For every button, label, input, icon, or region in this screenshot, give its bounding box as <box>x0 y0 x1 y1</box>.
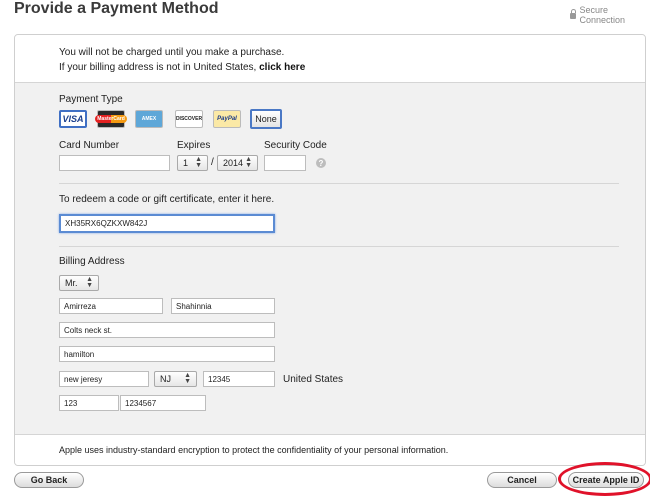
section-divider <box>59 183 619 184</box>
expires-label: Expires <box>177 140 211 151</box>
redeem-code-input[interactable]: XH35RX6QZKXW842J <box>59 214 275 233</box>
select-arrows-icon: ▲ ▼ <box>245 156 252 169</box>
billing-address-label: Billing Address <box>59 256 125 267</box>
street-input[interactable]: Colts neck st. <box>59 322 275 338</box>
expiry-year-select[interactable]: 2014 ▲ ▼ <box>217 155 258 171</box>
encryption-band: Apple uses industry-standard encryption … <box>15 434 645 465</box>
discover-card-option[interactable]: DISCOVER <box>175 110 203 128</box>
title-value: Mr. <box>65 278 78 288</box>
visa-card-option[interactable]: VISA <box>59 110 87 128</box>
expiry-month-value: 1 <box>183 158 189 168</box>
country-text: United States <box>283 374 344 385</box>
expiry-month-select[interactable]: 1 ▲ ▼ <box>177 155 208 171</box>
state-value: NJ <box>160 374 171 384</box>
last-name-input[interactable]: Shahinnia <box>171 298 275 314</box>
secure-connection-label: Secure Connection <box>579 5 625 25</box>
state-select[interactable]: NJ ▲ ▼ <box>154 371 197 387</box>
highlight-circle <box>558 462 650 496</box>
paypal-option[interactable]: PayPal <box>213 110 241 128</box>
mastercard-card-option[interactable]: MasterCard <box>95 110 127 128</box>
security-code-input[interactable] <box>264 155 306 171</box>
notice-line-2: If your billing address is not in United… <box>59 62 305 73</box>
section-divider <box>59 246 619 247</box>
encryption-note: Apple uses industry-standard encryption … <box>59 445 449 455</box>
title-select[interactable]: Mr. ▲ ▼ <box>59 275 99 291</box>
notice-band: You will not be charged until you make a… <box>15 35 645 83</box>
help-icon[interactable]: ? <box>316 158 326 168</box>
notice-line-1: You will not be charged until you make a… <box>59 47 285 58</box>
go-back-button[interactable]: Go Back <box>14 472 84 488</box>
first-name-input[interactable]: Amirreza <box>59 298 163 314</box>
security-code-label: Security Code <box>264 140 327 151</box>
payment-type-label: Payment Type <box>59 94 123 105</box>
redeem-label: To redeem a code or gift certificate, en… <box>59 194 275 205</box>
card-number-label: Card Number <box>59 140 120 151</box>
city-input[interactable]: new jeresy <box>59 371 149 387</box>
amex-card-option[interactable]: AMEX <box>135 110 163 128</box>
payment-panel: You will not be charged until you make a… <box>14 34 646 466</box>
lock-icon <box>570 9 577 19</box>
mastercard-label: MasterCard <box>95 115 127 123</box>
expiry-separator: / <box>211 157 214 168</box>
secure-connection: Secure Connection <box>570 5 650 25</box>
expiry-year-value: 2014 <box>223 158 244 168</box>
cancel-button[interactable]: Cancel <box>487 472 557 488</box>
card-number-input[interactable] <box>59 155 170 171</box>
phone-input[interactable]: 1234567 <box>120 395 206 411</box>
notice-line-2-text: If your billing address is not in United… <box>59 62 257 73</box>
click-here-link[interactable]: click here <box>259 62 305 73</box>
select-arrows-icon: ▲ ▼ <box>86 276 93 289</box>
zip-input[interactable]: 12345 <box>203 371 275 387</box>
none-payment-button[interactable]: None <box>250 109 282 129</box>
area-code-input[interactable]: 123 <box>59 395 119 411</box>
street2-input[interactable]: hamilton <box>59 346 275 362</box>
select-arrows-icon: ▲ ▼ <box>195 156 202 169</box>
select-arrows-icon: ▲ ▼ <box>184 372 191 385</box>
page-title: Provide a Payment Method <box>14 0 219 17</box>
